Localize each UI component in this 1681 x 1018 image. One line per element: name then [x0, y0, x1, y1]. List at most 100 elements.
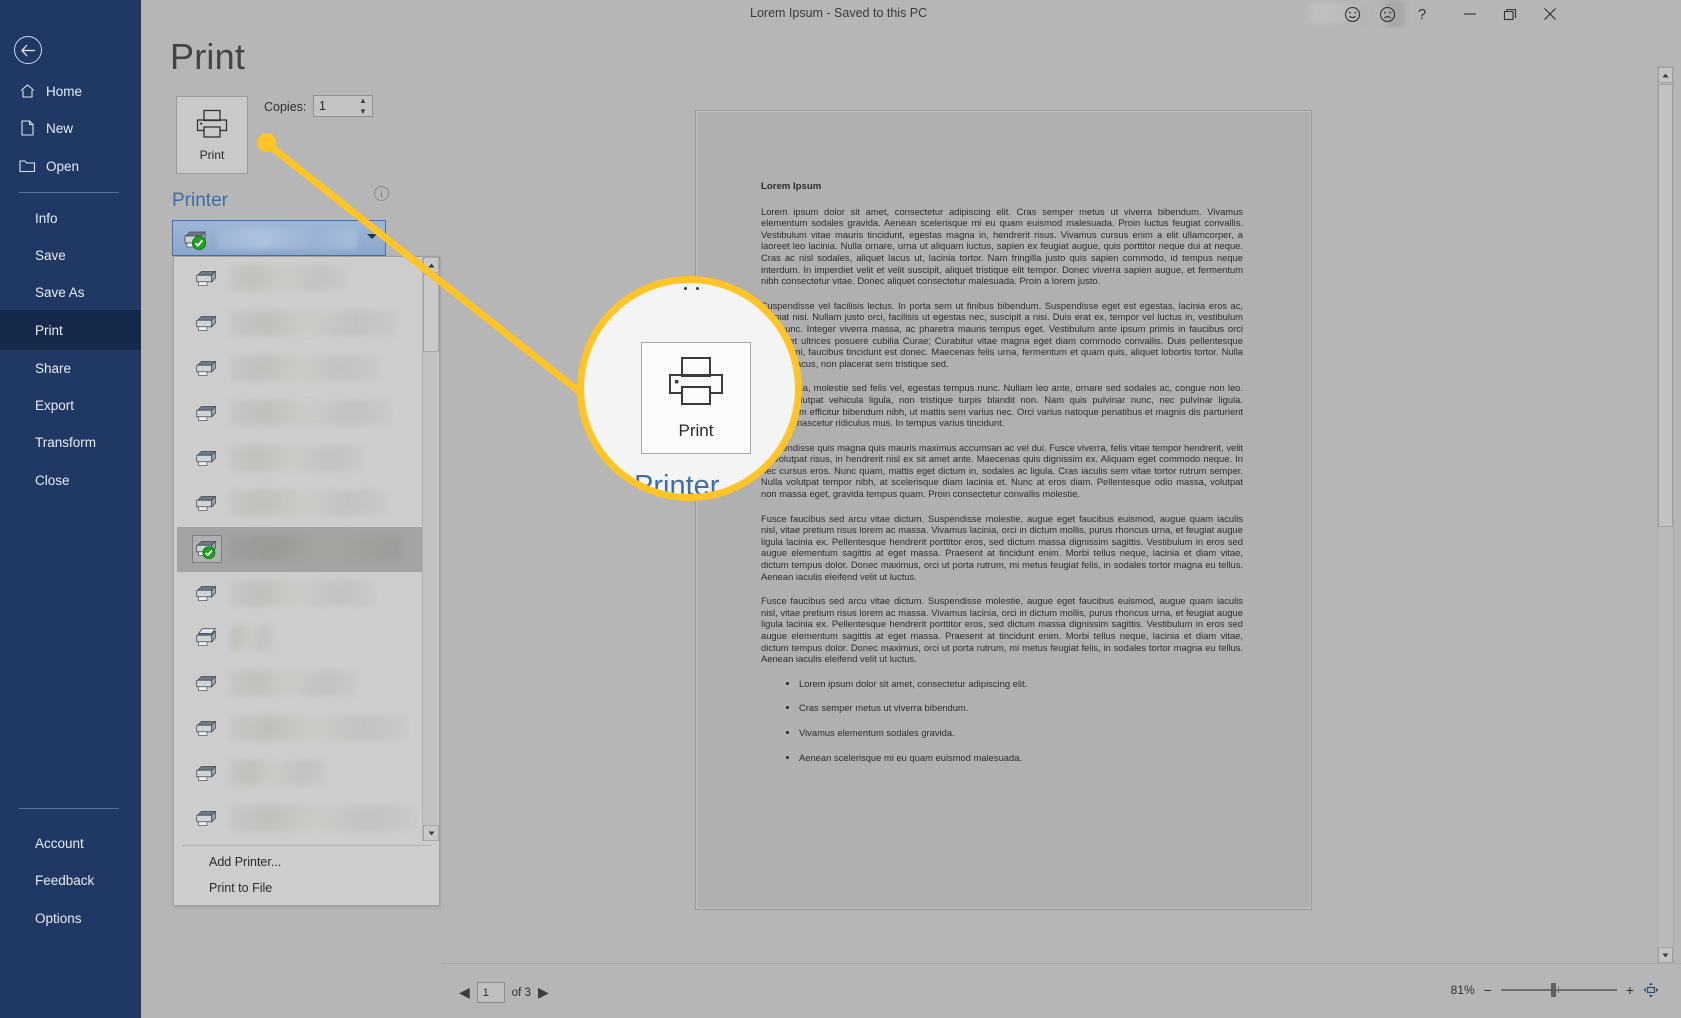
document-page-preview[interactable]: Lorem Ipsum Lorem ipsum dolor sit amet, c… [695, 110, 1312, 910]
window-title: Lorem Ipsum - Saved to this PC [750, 6, 928, 20]
sidebar-item-save-as[interactable]: Save As [0, 272, 141, 312]
document-bullet-item: Aenean scelerisque mi eu quam euismod ma… [799, 752, 1243, 764]
printer-icon [193, 806, 221, 832]
preview-scroll-down-icon[interactable] [1658, 947, 1673, 963]
zoom-slider-thumb[interactable] [1550, 983, 1556, 997]
printer-list-item[interactable] [177, 392, 423, 437]
printer-list-item[interactable] [177, 707, 423, 752]
sidebar-item-info[interactable]: Info [0, 198, 141, 238]
printer-list-item[interactable] [177, 617, 423, 662]
sidebar-item-home[interactable]: Home [0, 71, 141, 111]
sidebar-item-close[interactable]: Close [0, 460, 141, 500]
printer-list-item[interactable] [177, 257, 423, 302]
preview-scroll-up-icon[interactable] [1658, 67, 1673, 83]
copies-label: Copies: [264, 100, 307, 114]
zoom-controls[interactable]: 81% − + [1451, 982, 1659, 998]
close-button[interactable] [1528, 0, 1572, 28]
page-number-input[interactable]: 1 [476, 982, 505, 1003]
sidebar-item-label: Print [35, 322, 63, 338]
next-page-icon[interactable]: ▶ [538, 984, 549, 1001]
sidebar-item-feedback[interactable]: Feedback [0, 860, 141, 900]
printer-name-redacted [229, 805, 415, 831]
printer-icon-default [181, 227, 211, 256]
document-body: Lorem Ipsum Lorem ipsum dolor sit amet, c… [761, 181, 1243, 776]
sidebar-item-account[interactable]: Account [0, 823, 141, 863]
printer-name-redacted [229, 580, 375, 606]
sidebar-item-label: Close [35, 472, 70, 488]
printer-icon [193, 716, 221, 742]
title-bar: Lorem Ipsum - Saved to this PC ? [0, 0, 1681, 28]
back-button[interactable] [14, 36, 42, 64]
sidebar-item-label: Feedback [35, 872, 95, 888]
spin-down-icon[interactable]: ▼ [359, 108, 369, 116]
sidebar-item-transform[interactable]: Transform [0, 422, 141, 462]
printer-list-item[interactable] [177, 302, 423, 347]
chevron-down-icon[interactable] [367, 234, 377, 239]
printer-icon [193, 671, 221, 697]
add-printer-item[interactable]: Add Printer... [184, 849, 430, 875]
word-print-backstage: Lorem Ipsum - Saved to this PC ? Home Ne… [0, 0, 1681, 1018]
sidebar-item-share[interactable]: Share [0, 348, 141, 388]
document-paragraph: Suspendisse vel facilisis lectus. In por… [761, 299, 1243, 369]
printer-list-item[interactable] [177, 482, 423, 527]
printer-list-item[interactable] [177, 437, 423, 482]
printer-list-item[interactable] [177, 347, 423, 392]
printer-list-item[interactable] [177, 572, 423, 617]
printer-icon-default [192, 535, 222, 563]
printer-name-redacted [229, 625, 273, 651]
document-bullet-list: Lorem ipsum dolor sit amet, consectetur … [761, 678, 1243, 763]
preview-scrollbar[interactable] [1657, 66, 1674, 964]
zoom-slider[interactable] [1500, 983, 1617, 997]
copies-stepper[interactable]: 1 ▲ ▼ [313, 95, 373, 117]
copies-spin-buttons[interactable]: ▲ ▼ [359, 97, 369, 116]
printer-list[interactable] [174, 257, 424, 841]
printer-name-redacted [229, 535, 401, 561]
scrollbar-thumb[interactable] [423, 274, 439, 352]
printer-list-scrollbar[interactable] [422, 257, 439, 841]
restore-button[interactable] [1488, 0, 1532, 28]
printer-icon [193, 581, 221, 607]
printer-icon [193, 311, 221, 337]
scroll-up-icon[interactable] [423, 257, 439, 273]
sidebar-item-save[interactable]: Save [0, 235, 141, 275]
previous-page-icon[interactable]: ◀ [459, 984, 470, 1001]
printer-list-item-selected[interactable] [177, 527, 423, 572]
printer-icon [193, 761, 221, 787]
sidebar-item-label: Info [35, 210, 58, 226]
zoom-out-button[interactable]: − [1484, 983, 1492, 997]
home-icon [16, 84, 38, 98]
printer-icon [193, 356, 221, 382]
printer-name-redacted [229, 445, 364, 471]
sidebar-item-label: New [46, 120, 74, 136]
magnified-print-button[interactable]: Print [641, 342, 751, 454]
sidebar-item-label: Home [46, 83, 83, 99]
printer-section-heading: Printer [172, 190, 228, 211]
page-navigation[interactable]: ◀ 1 of 3 ▶ [459, 982, 549, 1003]
printer-info-icon[interactable]: i [374, 186, 389, 201]
print-to-file-item[interactable]: Print to File [184, 875, 430, 901]
print-preview-pane: Lorem Ipsum Lorem ipsum dolor sit amet, c… [441, 28, 1681, 963]
spin-up-icon[interactable]: ▲ [359, 97, 369, 105]
sidebar-item-label: Options [35, 910, 82, 926]
sidebar-item-label: Open [46, 158, 80, 174]
sidebar-item-options[interactable]: Options [0, 898, 141, 938]
sidebar-item-print[interactable]: Print [0, 310, 141, 350]
help-icon[interactable]: ? [1400, 0, 1444, 28]
magnified-dots [682, 285, 742, 295]
preview-scrollbar-thumb[interactable] [1658, 84, 1673, 527]
sidebar-item-export[interactable]: Export [0, 385, 141, 425]
printer-list-item[interactable] [177, 752, 423, 797]
printer-list-item[interactable] [177, 797, 423, 841]
printer-list-item[interactable] [177, 662, 423, 707]
page-title: Print [170, 36, 246, 77]
sidebar-item-open[interactable]: Open [0, 146, 141, 186]
zoom-in-button[interactable]: + [1626, 983, 1634, 997]
printer-icon [193, 446, 221, 472]
zoom-to-page-icon[interactable] [1643, 982, 1659, 998]
printer-dropdown-list[interactable]: Add Printer... Print to File [173, 256, 440, 906]
print-button[interactable]: Print [176, 96, 248, 174]
minimize-button[interactable] [1448, 0, 1492, 28]
sidebar-item-new[interactable]: New [0, 108, 141, 148]
scroll-down-icon[interactable] [423, 825, 439, 841]
printer-select-combobox[interactable] [172, 220, 386, 256]
